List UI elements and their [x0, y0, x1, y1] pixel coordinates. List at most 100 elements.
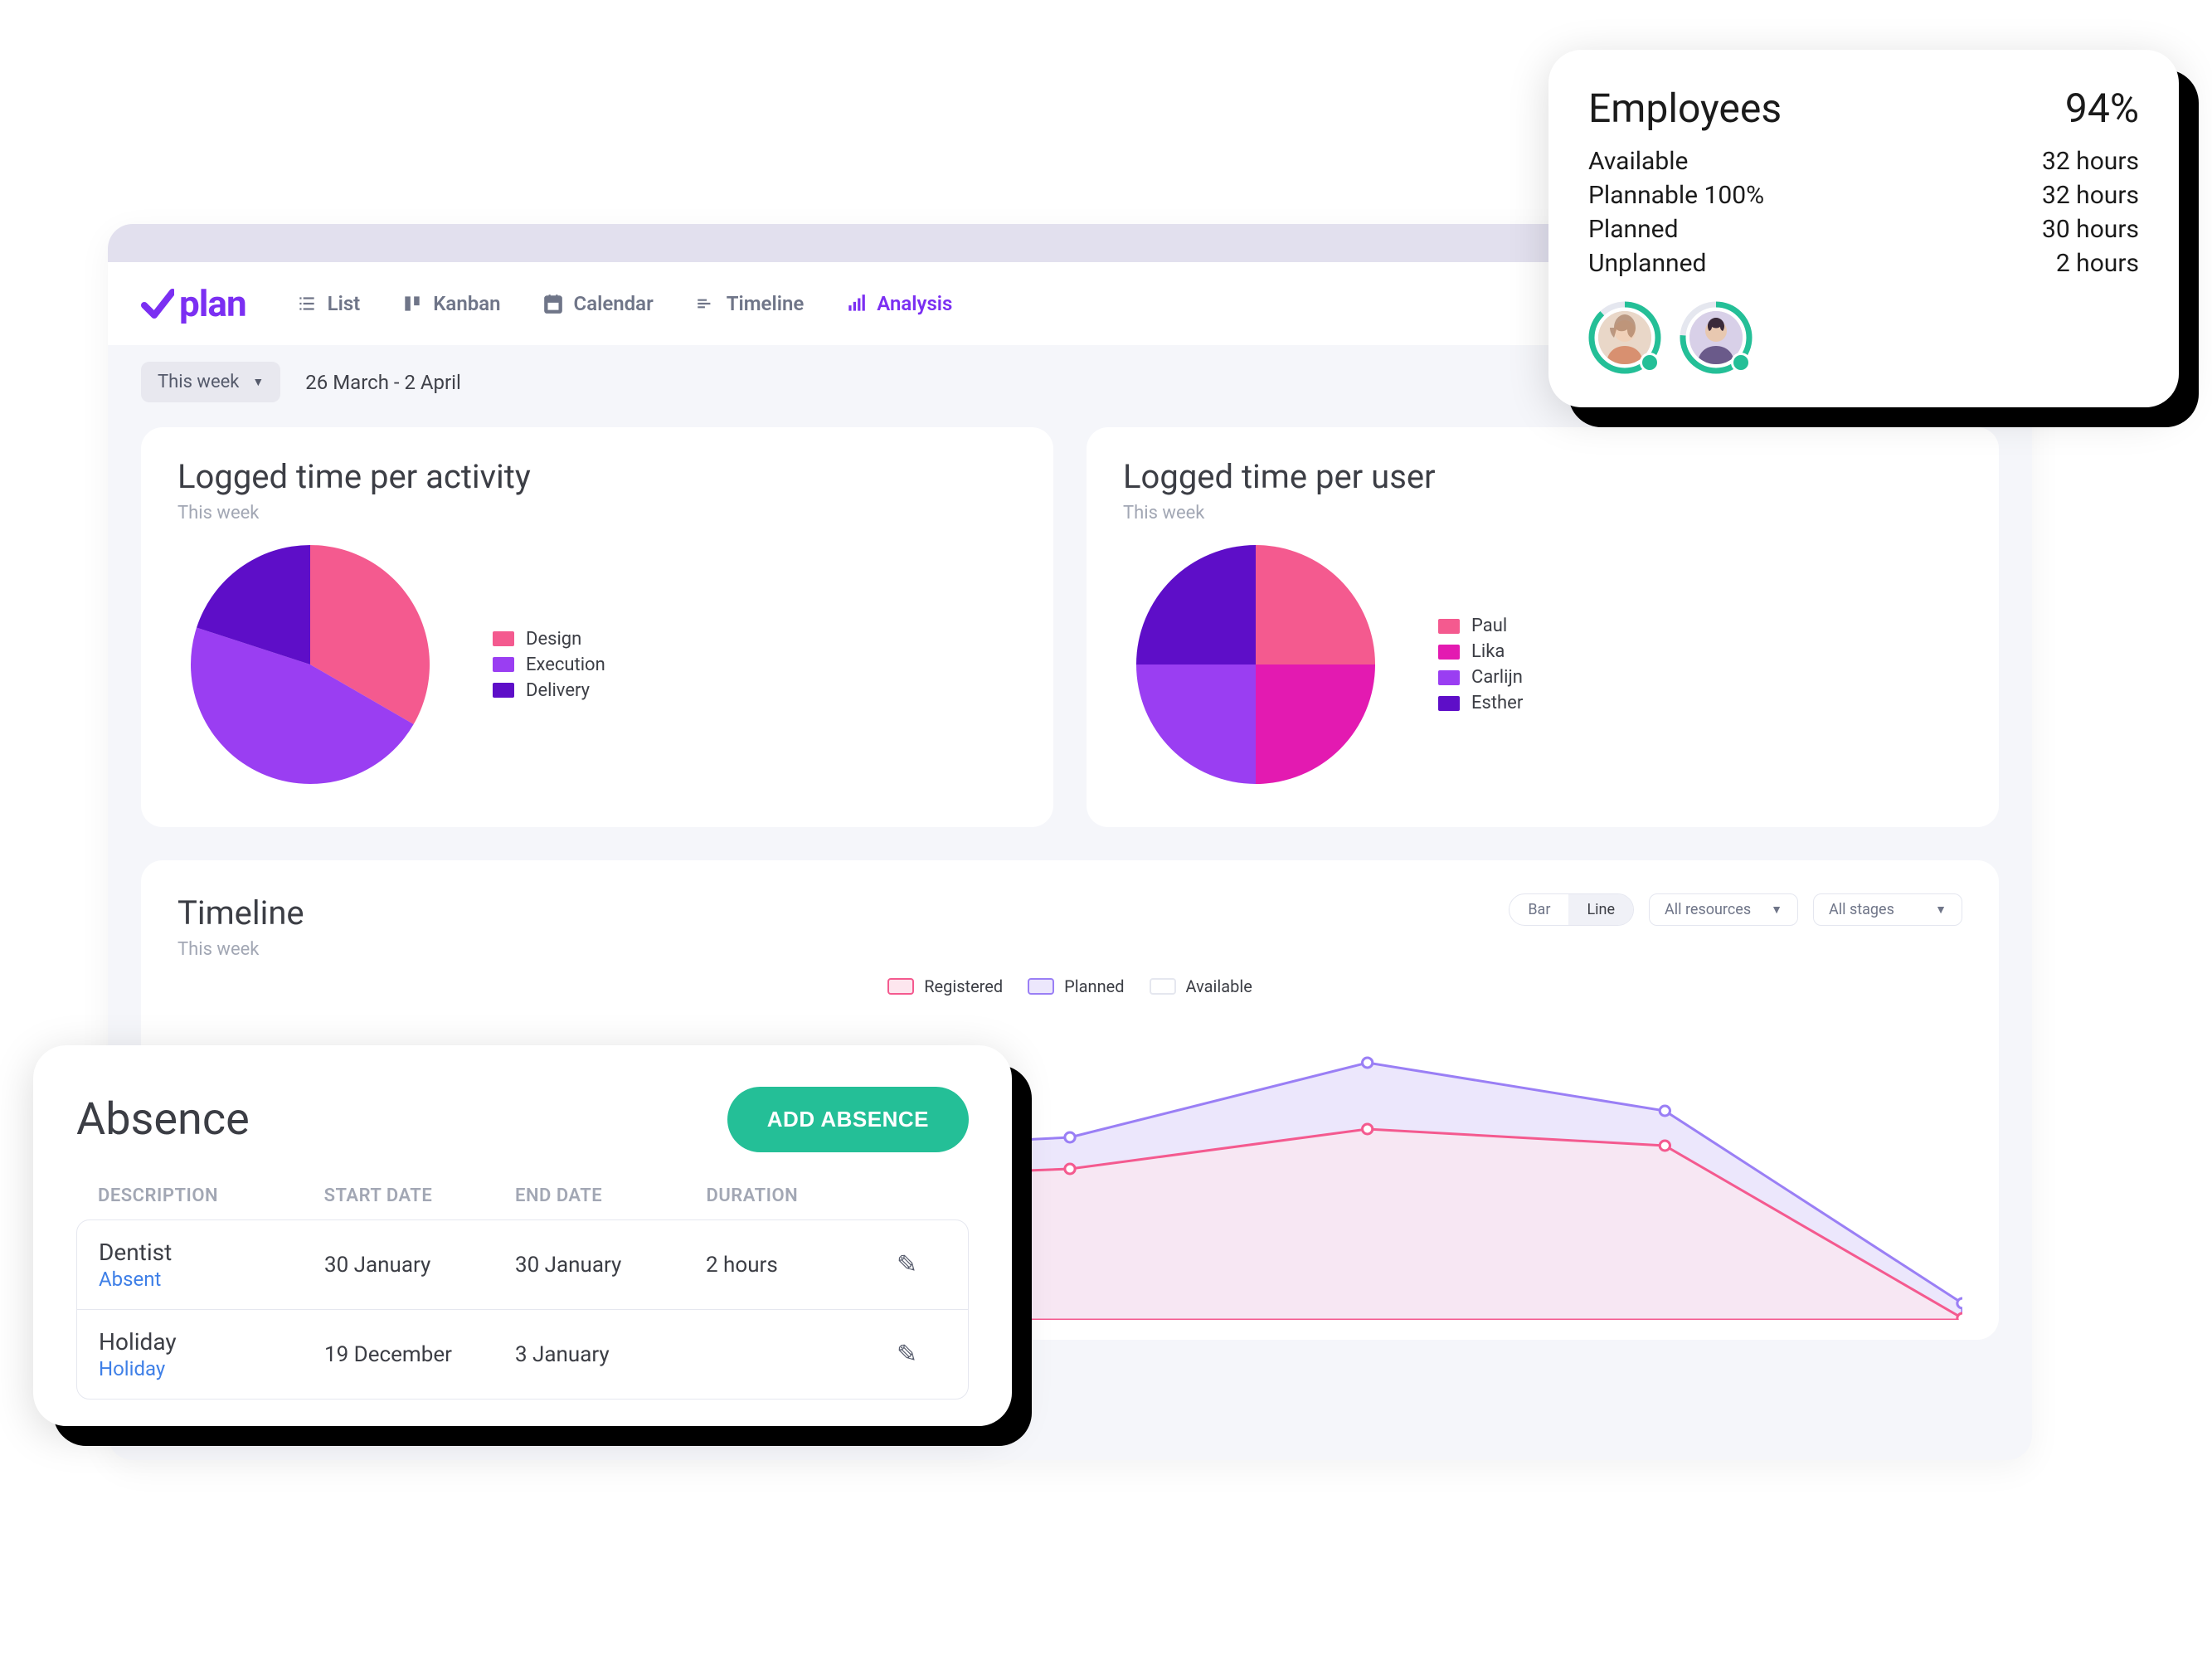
row-start: 30 January — [324, 1253, 498, 1278]
date-range-dropdown[interactable]: This week ▼ — [141, 362, 280, 402]
timeline-title: Timeline — [177, 893, 304, 932]
row-duration: 2 hours — [706, 1253, 880, 1278]
employees-card: Employees 94% Available32 hours Plannabl… — [1548, 50, 2179, 407]
legend-item: Planned — [1028, 976, 1124, 996]
row-label: Plannable 100% — [1588, 181, 1764, 210]
stages-label: All stages — [1829, 901, 1894, 918]
logo-text: plan — [179, 282, 246, 325]
row-label: Available — [1588, 147, 1688, 176]
status-online-icon — [1731, 353, 1751, 372]
col-duration: DURATION — [707, 1185, 881, 1206]
legend-label: Registered — [924, 976, 1003, 996]
avatars — [1588, 301, 2139, 374]
date-range-text: 26 March - 2 April — [305, 371, 461, 394]
row-tag[interactable]: Holiday — [99, 1357, 308, 1380]
row-label: Planned — [1588, 215, 1679, 244]
employees-row: Unplanned2 hours — [1588, 249, 2139, 278]
activity-pie-chart — [177, 532, 443, 797]
activity-card: Logged time per activity This week — [141, 427, 1053, 827]
row-value: 32 hours — [2042, 147, 2139, 176]
seg-line[interactable]: Line — [1568, 894, 1633, 925]
swatch-registered — [887, 978, 914, 995]
tab-kanban[interactable]: Kanban — [401, 292, 500, 315]
legend-item: Lika — [1438, 641, 1523, 662]
swatch-execution — [493, 657, 514, 672]
card-title: Logged time per user — [1123, 457, 1962, 496]
swatch-planned — [1028, 978, 1054, 995]
swatch-design — [493, 631, 514, 646]
avatar[interactable] — [1680, 301, 1753, 374]
col-description: DESCRIPTION — [98, 1185, 308, 1206]
swatch-esther — [1438, 696, 1460, 711]
row-end: 30 January — [515, 1253, 689, 1278]
legend-label: Lika — [1471, 641, 1505, 662]
nav-tabs: List Kanban Calendar Timeline Analysis — [296, 292, 953, 315]
swatch-carlijn — [1438, 670, 1460, 685]
row-title: Holiday — [99, 1328, 308, 1356]
legend-label: Planned — [1064, 976, 1124, 996]
tab-calendar-label: Calendar — [574, 292, 654, 315]
row-end: 3 January — [515, 1342, 689, 1367]
swatch-lika — [1438, 645, 1460, 660]
tab-list[interactable]: List — [296, 292, 361, 315]
app-logo[interactable]: plan — [141, 282, 246, 325]
calendar-icon — [542, 293, 564, 314]
absence-table: DESCRIPTION START DATE END DATE DURATION… — [76, 1185, 969, 1400]
row-value: 32 hours — [2042, 181, 2139, 210]
employees-row: Available 32 hours — [1588, 147, 2139, 176]
table-row: Dentist Absent 30 January 30 January 2 h… — [77, 1220, 968, 1310]
row-tag[interactable]: Absent — [99, 1268, 308, 1291]
legend-item: Delivery — [493, 680, 605, 701]
row-title: Dentist — [99, 1239, 308, 1266]
resources-dropdown[interactable]: All resources ▼ — [1649, 893, 1798, 926]
legend-label: Esther — [1471, 693, 1523, 713]
legend-item: Carlijn — [1438, 667, 1523, 688]
timeline-subtitle: This week — [177, 939, 304, 960]
row-start: 19 December — [324, 1342, 498, 1367]
status-online-icon — [1640, 353, 1660, 372]
user-legend: Paul Lika Carlijn Esther — [1438, 616, 1523, 713]
list-icon — [296, 293, 318, 314]
employees-row: Plannable 100% 32 hours — [1588, 181, 2139, 210]
tab-list-label: List — [328, 292, 361, 315]
legend-item: Design — [493, 629, 605, 650]
analysis-icon — [845, 293, 867, 314]
user-card: Logged time per user This week Paul — [1087, 427, 1999, 827]
employees-row: Planned 30 hours — [1588, 215, 2139, 244]
legend-item: Paul — [1438, 616, 1523, 636]
avatar[interactable] — [1588, 301, 1661, 374]
col-end: END DATE — [515, 1185, 689, 1206]
chevron-down-icon: ▼ — [252, 375, 264, 389]
tab-kanban-label: Kanban — [433, 292, 500, 315]
legend-label: Available — [1186, 976, 1252, 996]
tab-timeline-label: Timeline — [727, 292, 805, 315]
employees-rows: Available 32 hours Plannable 100% 32 hours… — [1588, 147, 2139, 278]
edit-icon[interactable]: ✎ — [897, 1250, 946, 1279]
legend-label: Paul — [1471, 616, 1507, 636]
card-subtitle: This week — [1123, 503, 1962, 523]
row-value: 30 hours — [2042, 215, 2139, 244]
chart-type-toggle: Bar Line — [1509, 893, 1634, 926]
stages-dropdown[interactable]: All stages ▼ — [1813, 893, 1962, 926]
legend-item: Esther — [1438, 693, 1523, 713]
add-absence-button[interactable]: ADD ABSENCE — [727, 1087, 969, 1152]
legend-label: Delivery — [526, 680, 590, 701]
edit-icon[interactable]: ✎ — [897, 1340, 946, 1369]
absence-card: Absence ADD ABSENCE DESCRIPTION START DA… — [33, 1045, 1012, 1426]
timeline-icon — [695, 293, 717, 314]
chevron-down-icon: ▼ — [1935, 903, 1947, 917]
chevron-down-icon: ▼ — [1771, 903, 1782, 917]
tab-calendar[interactable]: Calendar — [542, 292, 654, 315]
employees-title: Employees — [1588, 85, 1782, 132]
tab-analysis-label: Analysis — [877, 292, 952, 315]
legend-label: Carlijn — [1471, 667, 1523, 688]
seg-bar[interactable]: Bar — [1510, 894, 1568, 925]
kanban-icon — [401, 293, 423, 314]
date-range-label: This week — [158, 372, 239, 392]
legend-item: Available — [1150, 976, 1252, 996]
swatch-paul — [1438, 619, 1460, 634]
tab-timeline[interactable]: Timeline — [695, 292, 805, 315]
swatch-available — [1150, 978, 1176, 995]
tab-analysis[interactable]: Analysis — [845, 292, 952, 315]
resources-label: All resources — [1665, 901, 1751, 918]
